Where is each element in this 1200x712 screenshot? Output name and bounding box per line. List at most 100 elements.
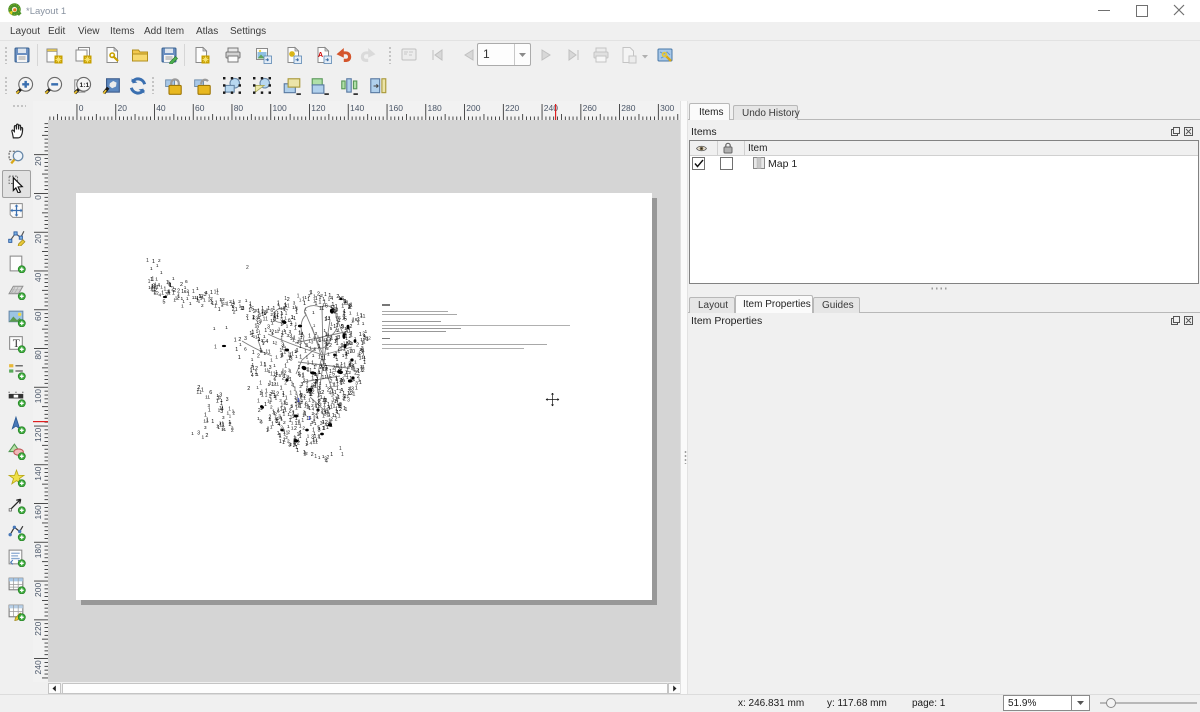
svg-text:1: 1	[343, 309, 346, 315]
svg-text:1: 1	[264, 402, 267, 408]
svg-text:1: 1	[312, 310, 315, 315]
svg-text:2: 2	[329, 343, 332, 349]
svg-text:1: 1	[313, 365, 316, 371]
svg-text:2: 2	[275, 341, 278, 346]
svg-text:3: 3	[318, 386, 321, 392]
svg-text:1: 1	[206, 290, 209, 295]
svg-text:1: 1	[365, 329, 368, 334]
svg-text:2: 2	[282, 376, 285, 382]
svg-text:2: 2	[186, 288, 189, 293]
svg-text:1: 1	[146, 258, 149, 264]
svg-text:2: 2	[238, 299, 241, 305]
svg-text:1: 1	[358, 377, 361, 382]
svg-text:1: 1	[232, 299, 235, 305]
svg-text:1: 1	[156, 263, 159, 268]
svg-text:1: 1	[318, 398, 321, 403]
svg-text:2: 2	[348, 386, 351, 392]
svg-text:3: 3	[278, 413, 281, 419]
svg-text:1: 1	[348, 340, 351, 346]
svg-text:1: 1	[336, 313, 339, 319]
svg-text:2: 2	[238, 337, 241, 343]
svg-text:1: 1	[214, 304, 217, 310]
svg-text:2: 2	[269, 414, 272, 420]
svg-text:1: 1	[312, 438, 315, 444]
svg-text:1: 1	[334, 413, 337, 419]
svg-text:1: 1	[186, 296, 189, 301]
svg-text:1: 1	[330, 452, 333, 458]
svg-text:1: 1	[277, 301, 280, 307]
svg-text:5: 5	[163, 300, 166, 306]
svg-text:4: 4	[330, 296, 333, 302]
svg-text:6: 6	[325, 303, 328, 309]
svg-text:1: 1	[181, 304, 184, 309]
svg-text:6: 6	[244, 346, 247, 352]
svg-text:1: 1	[322, 375, 325, 381]
svg-text:1: 1	[363, 360, 366, 366]
svg-text:1: 1	[297, 398, 300, 404]
svg-text:2: 2	[313, 417, 316, 422]
svg-text:3: 3	[267, 325, 270, 331]
svg-text:2: 2	[274, 411, 277, 416]
svg-text:1: 1	[298, 330, 301, 336]
svg-text:1: 1	[296, 305, 299, 310]
svg-text:1: 1	[309, 392, 312, 398]
svg-text:3: 3	[363, 335, 366, 341]
svg-text:11: 11	[360, 314, 366, 320]
svg-text:1: 1	[314, 346, 317, 352]
svg-text:1: 1	[196, 286, 199, 292]
svg-text:1: 1	[315, 301, 318, 307]
svg-text:1: 1	[305, 442, 308, 448]
svg-text:1: 1	[340, 381, 343, 387]
svg-text:2: 2	[257, 354, 260, 360]
svg-text:1: 1	[345, 336, 348, 342]
svg-text:1: 1	[299, 404, 302, 410]
svg-text:1: 1	[298, 431, 301, 437]
svg-text:11: 11	[270, 318, 275, 323]
svg-text:70: 70	[349, 349, 355, 355]
svg-text:1: 1	[295, 310, 298, 316]
svg-text:3: 3	[295, 390, 298, 396]
svg-text:1: 1	[264, 328, 267, 334]
svg-text:1: 1	[309, 345, 312, 350]
svg-text:1: 1	[246, 316, 249, 321]
svg-text:1: 1	[291, 315, 294, 321]
svg-text:2: 2	[158, 258, 161, 263]
svg-text:1: 1	[326, 425, 329, 431]
svg-text:3: 3	[288, 443, 291, 449]
svg-text:1: 1	[287, 304, 290, 310]
svg-text:1: 1	[353, 368, 356, 374]
svg-text:1: 1	[313, 337, 316, 343]
svg-text:1: 1	[335, 407, 338, 413]
svg-text:2: 2	[287, 297, 290, 303]
svg-text:1: 1	[295, 349, 298, 355]
svg-text:5: 5	[317, 424, 320, 429]
svg-text:1: 1	[264, 311, 267, 317]
svg-text:1: 1	[248, 308, 251, 314]
svg-text:1: 1	[343, 406, 346, 412]
svg-text:11: 11	[274, 382, 279, 387]
svg-text:3: 3	[305, 343, 308, 349]
svg-text:1: 1	[299, 344, 302, 350]
svg-text:1: 1	[213, 326, 216, 331]
svg-text:1: 1	[335, 377, 338, 383]
svg-text:1: 1	[284, 346, 287, 351]
svg-text:1: 1	[306, 383, 309, 389]
svg-text:1: 1	[270, 357, 273, 362]
svg-text:1: 1	[256, 329, 259, 335]
svg-text:1: 1	[260, 406, 263, 411]
svg-text:12: 12	[252, 366, 258, 372]
svg-text:3: 3	[347, 397, 350, 403]
svg-text:1: 1	[276, 371, 279, 377]
svg-text:1: 1	[310, 290, 313, 296]
svg-text:1: 1	[291, 381, 294, 387]
svg-text:1: 1	[150, 266, 153, 272]
svg-text:1: 1	[331, 393, 334, 399]
svg-text:4: 4	[251, 373, 254, 379]
svg-text:2: 2	[338, 347, 341, 353]
svg-text:1: 1	[336, 386, 339, 392]
svg-text:1: 1	[235, 347, 238, 353]
svg-text:1: 1	[258, 337, 261, 343]
svg-text:1: 1	[356, 312, 359, 317]
svg-text:1: 1	[167, 289, 170, 295]
svg-text:1: 1	[325, 366, 328, 371]
